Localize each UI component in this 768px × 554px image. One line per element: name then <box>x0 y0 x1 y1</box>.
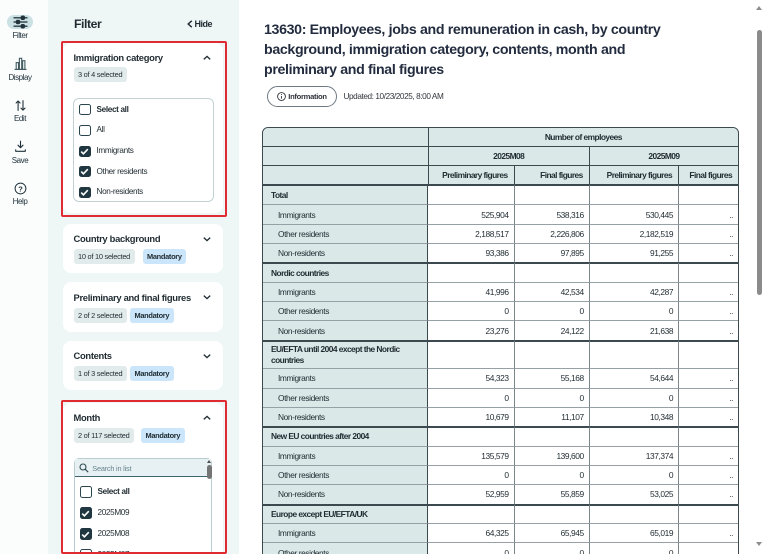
svg-text:?: ? <box>18 184 23 193</box>
